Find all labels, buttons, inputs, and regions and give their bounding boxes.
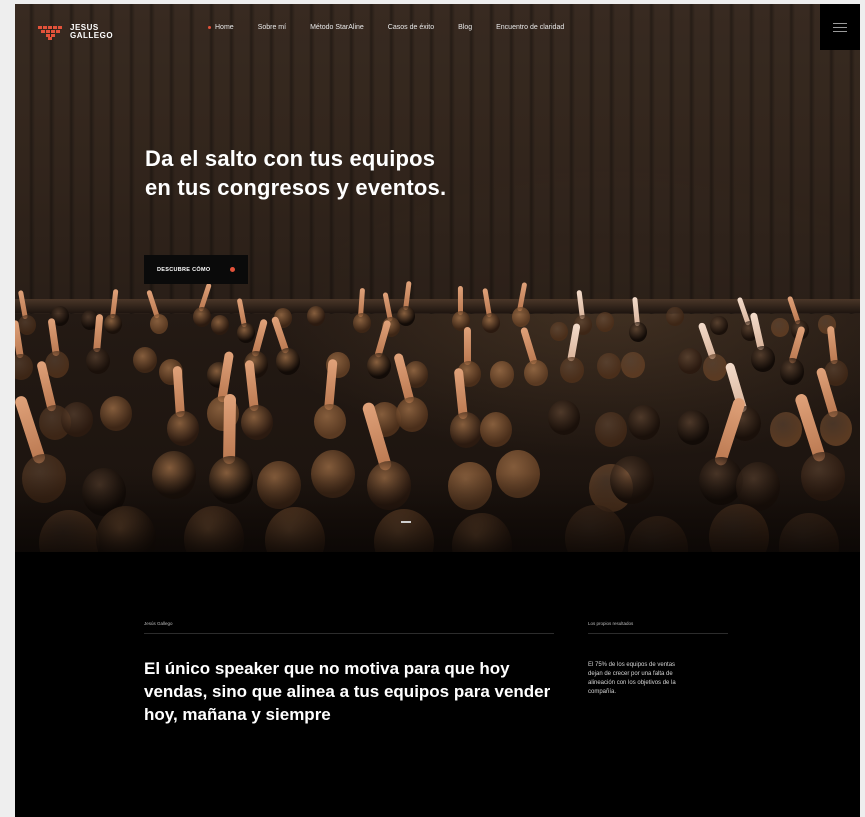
crowd-head xyxy=(595,312,614,332)
slider-indicator[interactable] xyxy=(401,521,411,523)
intro-eyebrow: Jesús Gallego xyxy=(144,621,173,626)
nav-item-metodo-staraline[interactable]: Método StarAline xyxy=(310,24,364,31)
hero-photo-fade xyxy=(15,474,860,552)
crowd-head xyxy=(99,396,132,432)
crowd-arm xyxy=(464,327,471,366)
crowd-head xyxy=(627,405,660,441)
crowd-head xyxy=(550,321,569,342)
crowd-head xyxy=(275,348,300,375)
crowd-head xyxy=(104,313,123,334)
crowd-head xyxy=(676,409,709,446)
crowd-head xyxy=(678,347,703,375)
discover-how-label: DESCUBRE CÓMO xyxy=(157,266,211,273)
crowd-head xyxy=(236,322,255,343)
crowd-head xyxy=(132,346,157,374)
nav-item-home[interactable]: Home xyxy=(208,24,234,31)
hamburger-icon xyxy=(833,22,847,24)
crowd-head xyxy=(559,356,584,384)
hamburger-menu-button[interactable] xyxy=(820,4,860,50)
crowd-head xyxy=(45,351,70,378)
crowd-head xyxy=(666,306,685,327)
brand-line-2: GALLEGO xyxy=(70,31,114,40)
crowd-arm xyxy=(222,393,236,465)
crowd-head xyxy=(86,347,111,375)
crowd-head xyxy=(547,399,580,436)
crowd-head xyxy=(750,345,775,373)
crowd-head xyxy=(366,352,391,379)
crowd-head xyxy=(780,358,805,385)
crowd-head xyxy=(449,412,482,448)
crowd-head xyxy=(710,315,729,336)
stat-text: El 75% de los equipos de ventas dejan de… xyxy=(588,662,676,695)
crowd-head xyxy=(61,402,94,438)
crowd-head xyxy=(210,314,229,335)
intro-divider xyxy=(144,633,554,634)
nav-item-blog[interactable]: Blog xyxy=(458,24,472,31)
crowd-head xyxy=(166,411,199,447)
crowd-head xyxy=(511,307,530,328)
brand-name: JESUS GALLEGO xyxy=(70,24,113,40)
crowd-head xyxy=(490,361,515,388)
crowd-head xyxy=(481,313,500,333)
crowd-head xyxy=(770,411,803,447)
crowd-head xyxy=(702,354,727,381)
hero-section: Da el salto con tus equipos en tus congr… xyxy=(15,4,860,552)
crowd-head xyxy=(819,410,852,446)
crowd-head xyxy=(240,404,273,440)
page: Da el salto con tus equipos en tus congr… xyxy=(15,4,860,817)
crowd-head xyxy=(629,322,648,342)
nav-item-sobre-mi[interactable]: Sobre mí xyxy=(258,24,286,31)
hamburger-icon-line xyxy=(833,30,847,32)
nav-item-encuentro-de-claridad[interactable]: Encuentro de claridad xyxy=(496,24,564,31)
crowd-head xyxy=(621,351,646,379)
crowd-head xyxy=(17,315,36,335)
crowd-head xyxy=(397,305,416,326)
stat-eyebrow: Los propios resultados xyxy=(588,621,634,626)
logo-mark-icon xyxy=(38,24,64,40)
crowd-head xyxy=(594,412,627,448)
crowd-head xyxy=(306,306,325,327)
crowd-head xyxy=(15,353,34,381)
cta-dot-icon xyxy=(230,267,235,272)
crowd-head xyxy=(523,359,548,387)
crowd-head xyxy=(192,307,211,327)
nav-links: Home Sobre mí Método StarAline Casos de … xyxy=(208,24,588,31)
intro-title: El único speaker que no motiva para que … xyxy=(144,659,551,724)
top-nav: JESUS GALLEGO Home Sobre mí Método StarA… xyxy=(15,4,860,50)
crowd-head xyxy=(770,317,789,338)
crowd-head xyxy=(149,313,168,334)
crowd-arm xyxy=(172,366,185,418)
nav-item-casos-de-exito[interactable]: Casos de éxito xyxy=(388,24,434,31)
stat-divider xyxy=(588,633,728,634)
discover-how-button[interactable]: DESCUBRE CÓMO xyxy=(144,255,248,284)
crowd-head xyxy=(314,403,347,440)
crowd-head xyxy=(596,352,621,380)
hero-title: Da el salto con tus equipos en tus congr… xyxy=(145,146,447,200)
crowd-head xyxy=(480,411,513,447)
brand-logo[interactable]: JESUS GALLEGO xyxy=(38,24,113,40)
crowd-head xyxy=(352,313,371,334)
crowd-head xyxy=(396,396,429,432)
hamburger-icon-line xyxy=(833,26,847,28)
intro-section: Jesús Gallego Los propios resultados El … xyxy=(15,552,860,817)
